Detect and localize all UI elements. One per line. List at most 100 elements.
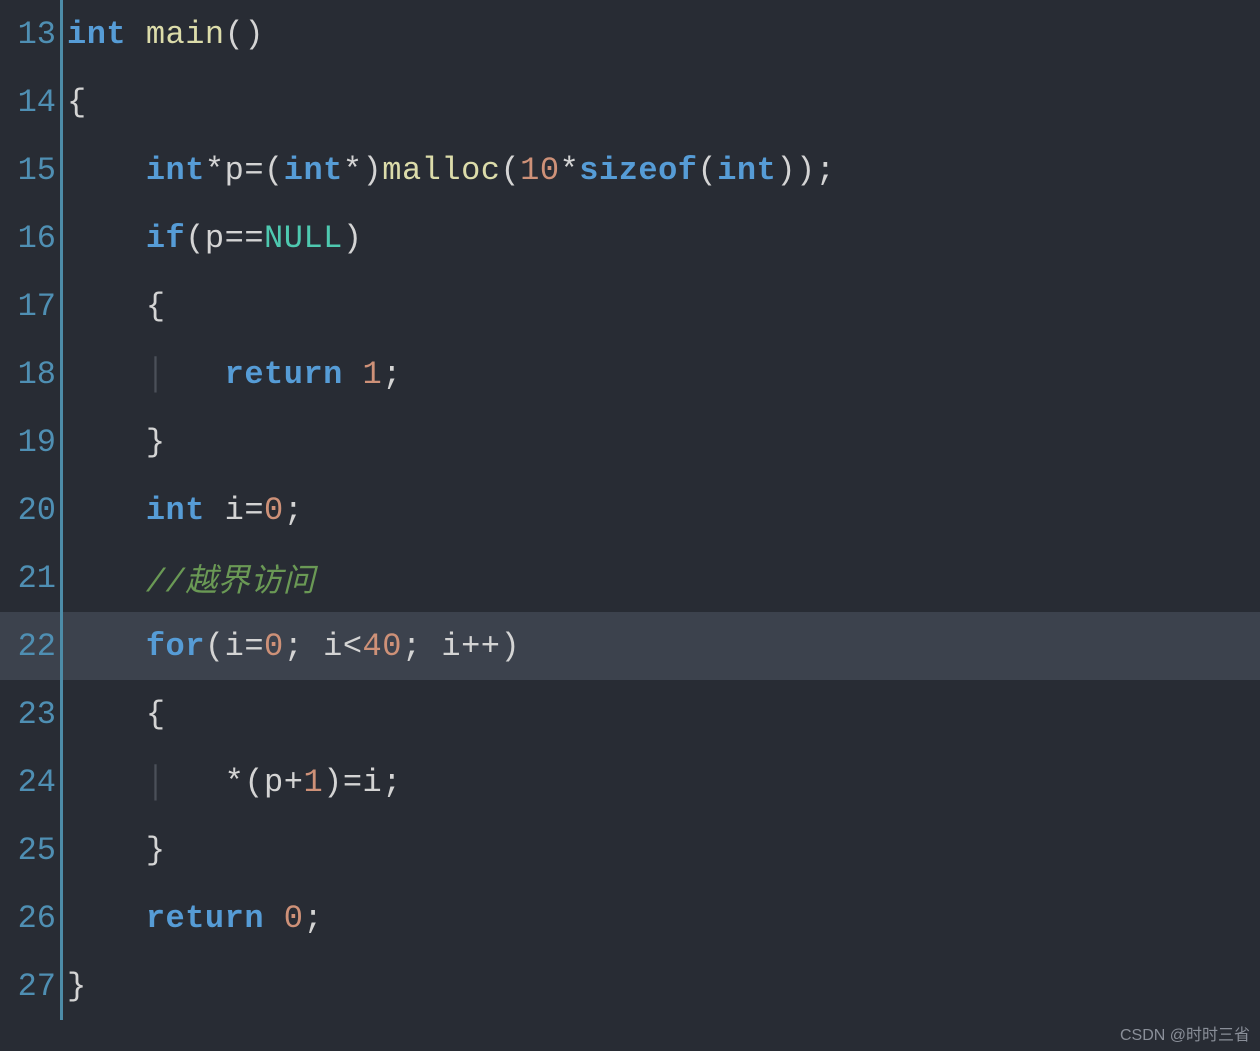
line-number: 13	[0, 16, 60, 53]
token-punc	[126, 16, 146, 53]
token-ident: p	[264, 764, 284, 801]
token-kw: sizeof	[579, 152, 697, 189]
code-content[interactable]: {	[63, 288, 166, 325]
code-line[interactable]: 21 //越界访问	[0, 544, 1260, 612]
code-content[interactable]: │ return 1;	[63, 356, 402, 393]
token-kw: int	[146, 492, 205, 529]
token-indent-guide: │	[146, 764, 166, 801]
code-line[interactable]: 19 }	[0, 408, 1260, 476]
token-punc: (	[244, 764, 264, 801]
line-number: 26	[0, 900, 60, 937]
code-line[interactable]: 16 if(p==NULL)	[0, 204, 1260, 272]
code-line[interactable]: 14{	[0, 68, 1260, 136]
code-line[interactable]: 15 int*p=(int*)malloc(10*sizeof(int));	[0, 136, 1260, 204]
token-punc	[343, 356, 363, 393]
code-content[interactable]: int i=0;	[63, 492, 303, 529]
token-num: 0	[264, 492, 284, 529]
token-ident: i	[363, 764, 383, 801]
line-number: 19	[0, 424, 60, 461]
token-punc: }	[67, 832, 166, 869]
token-num: 1	[363, 356, 383, 393]
token-ident: i	[225, 492, 245, 529]
token-op: <	[343, 628, 363, 665]
token-op: *	[343, 152, 363, 189]
line-number: 27	[0, 968, 60, 1005]
token-ident: p	[205, 220, 225, 257]
code-content[interactable]: //越界访问	[63, 555, 315, 601]
token-punc	[205, 492, 225, 529]
line-number: 17	[0, 288, 60, 325]
code-content[interactable]: }	[63, 424, 166, 461]
token-punc: ;	[382, 356, 402, 393]
code-content[interactable]: {	[63, 696, 166, 733]
token-kw: int	[146, 152, 205, 189]
token-punc: }	[67, 968, 87, 1005]
token-punc: )	[343, 220, 363, 257]
token-punc: {	[67, 288, 166, 325]
line-number: 23	[0, 696, 60, 733]
code-content[interactable]: if(p==NULL)	[63, 220, 363, 257]
token-op: +	[284, 764, 304, 801]
code-content[interactable]: }	[63, 832, 166, 869]
code-line[interactable]: 22 for(i=0; i<40; i++)	[0, 612, 1260, 680]
token-punc: (	[698, 152, 718, 189]
token-ident: i	[323, 628, 343, 665]
code-line[interactable]: 23 {	[0, 680, 1260, 748]
code-content[interactable]: int main()	[63, 16, 264, 53]
code-content[interactable]: }	[63, 968, 87, 1005]
token-punc: (	[264, 152, 284, 189]
code-line[interactable]: 13int main()	[0, 0, 1260, 68]
code-content[interactable]: for(i=0; i<40; i++)	[63, 628, 520, 665]
token-punc: {	[67, 696, 166, 733]
code-line[interactable]: 24 │ *(p+1)=i;	[0, 748, 1260, 816]
line-number: 18	[0, 356, 60, 393]
token-punc	[67, 900, 146, 937]
token-kw: if	[146, 220, 185, 257]
token-punc	[67, 152, 146, 189]
token-op: ==	[225, 220, 264, 257]
code-line[interactable]: 26 return 0;	[0, 884, 1260, 952]
token-op: =	[244, 152, 264, 189]
token-punc: {	[67, 84, 87, 121]
token-punc	[67, 628, 146, 665]
token-punc: }	[67, 424, 166, 461]
token-const: NULL	[264, 220, 343, 257]
token-punc	[264, 900, 284, 937]
token-punc: ;	[402, 628, 441, 665]
code-line[interactable]: 18 │ return 1;	[0, 340, 1260, 408]
code-editor[interactable]: 13int main()14{15 int*p=(int*)malloc(10*…	[0, 0, 1260, 1051]
token-fn: main	[146, 16, 225, 53]
code-content[interactable]: {	[63, 84, 87, 121]
token-num: 10	[520, 152, 559, 189]
code-content[interactable]: │ *(p+1)=i;	[63, 764, 402, 801]
token-op: *	[560, 152, 580, 189]
token-fn: malloc	[382, 152, 500, 189]
watermark-text: CSDN @时时三省	[1120, 1021, 1250, 1045]
token-op: ++	[461, 628, 500, 665]
code-line[interactable]: 17 {	[0, 272, 1260, 340]
token-punc	[67, 356, 146, 393]
token-indent-guide: │	[146, 356, 166, 393]
token-punc: ;	[284, 492, 304, 529]
token-punc: (	[500, 152, 520, 189]
code-content[interactable]: return 0;	[63, 900, 323, 937]
code-line[interactable]: 27}	[0, 952, 1260, 1020]
code-line[interactable]: 25 }	[0, 816, 1260, 884]
line-number: 16	[0, 220, 60, 257]
token-punc: ;	[382, 764, 402, 801]
token-kw: int	[284, 152, 343, 189]
token-num: 0	[284, 900, 304, 937]
token-kw: return	[225, 356, 343, 393]
token-punc: ;	[303, 900, 323, 937]
line-number: 20	[0, 492, 60, 529]
line-number: 14	[0, 84, 60, 121]
line-number: 15	[0, 152, 60, 189]
token-kw: return	[146, 900, 264, 937]
token-punc: )	[363, 152, 383, 189]
code-line[interactable]: 20 int i=0;	[0, 476, 1260, 544]
token-num: 40	[363, 628, 402, 665]
line-number: 24	[0, 764, 60, 801]
line-number: 25	[0, 832, 60, 869]
token-ident: i	[225, 628, 245, 665]
code-content[interactable]: int*p=(int*)malloc(10*sizeof(int));	[63, 152, 835, 189]
